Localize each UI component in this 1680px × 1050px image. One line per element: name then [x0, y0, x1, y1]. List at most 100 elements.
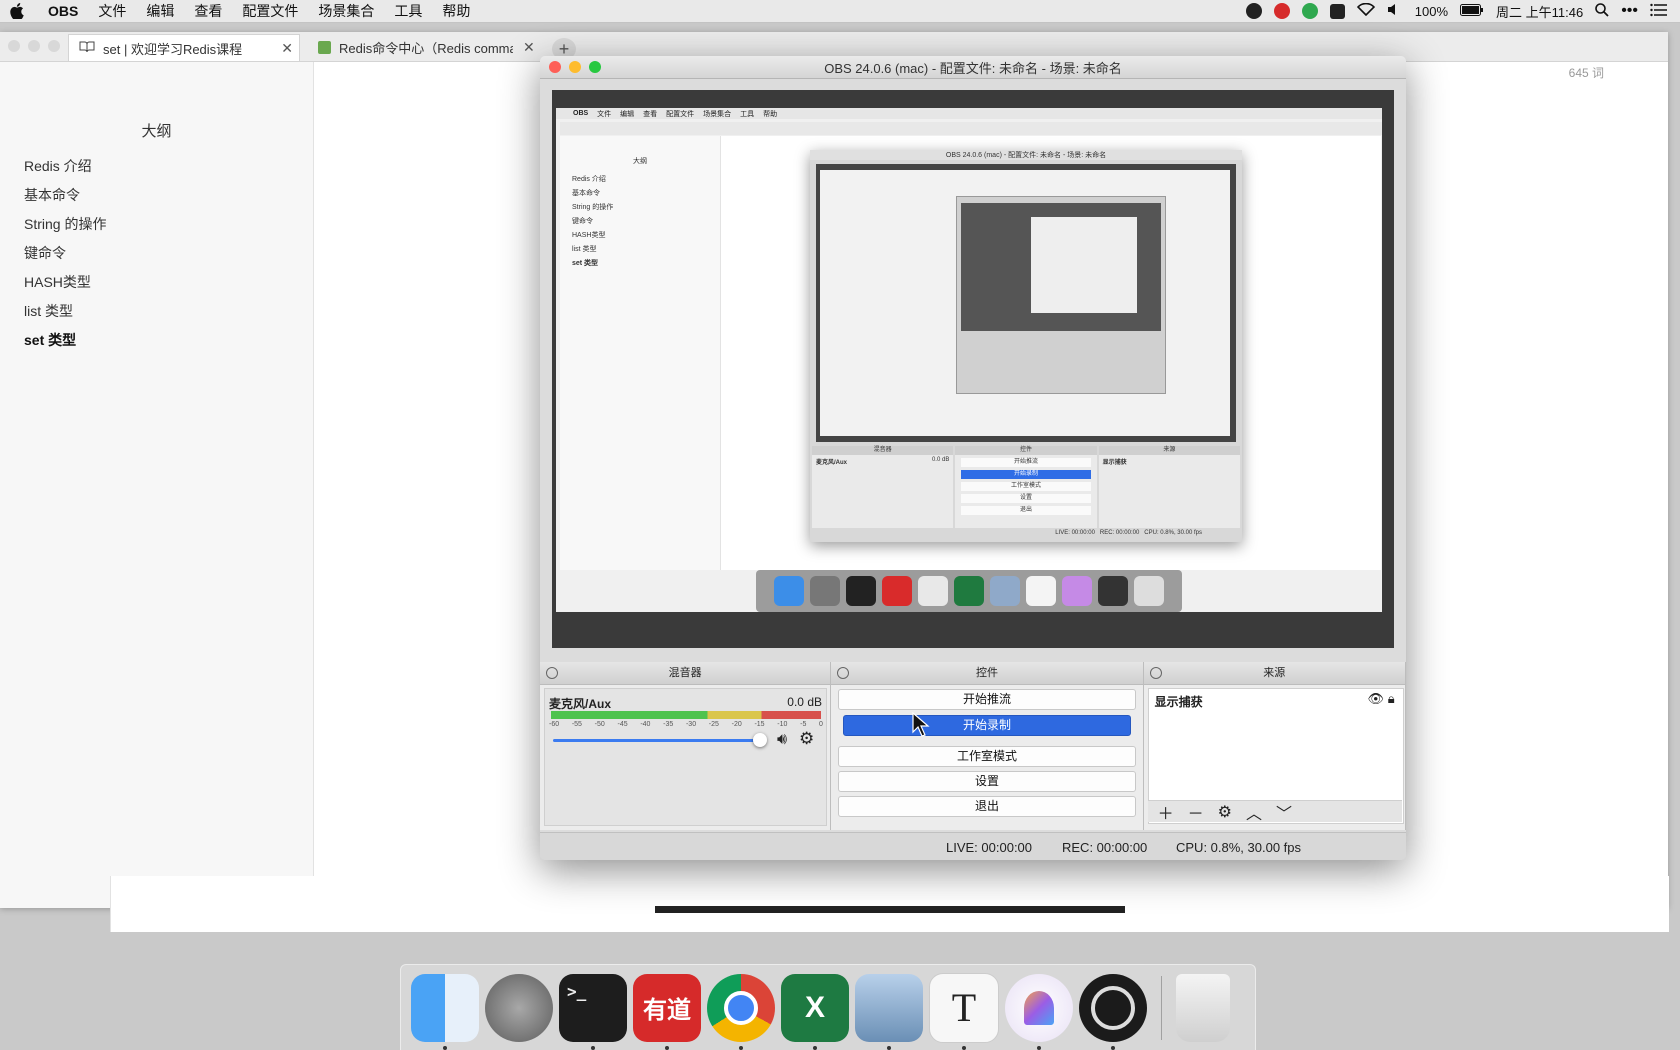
- volume-slider[interactable]: [553, 739, 763, 742]
- outline-sidebar: 大纲 Redis 介绍 基本命令 String 的操作 键命令 HASH类型 l…: [0, 62, 314, 908]
- move-up-icon[interactable]: ︿: [1246, 800, 1262, 824]
- tab-label: set | 欢迎学习Redis课程: [103, 41, 243, 57]
- tab-redis-command-center[interactable]: Redis命令中心（Redis comman ✕: [318, 34, 540, 61]
- typora-icon[interactable]: T: [929, 972, 999, 1050]
- preview-menubar: OBS 文件 编辑 查看 配置文件 场景集合 工具 帮助: [556, 108, 1382, 119]
- clock[interactable]: 周二 上午11:46: [1496, 2, 1583, 21]
- lock-icon[interactable]: 🔒︎: [1388, 691, 1395, 706]
- preview-desktop-bar: [556, 612, 1382, 642]
- menu-edit[interactable]: 编辑: [136, 0, 184, 22]
- excel-icon[interactable]: X: [781, 973, 849, 1050]
- start-recording-button[interactable]: 开始录制: [842, 715, 1131, 736]
- move-down-icon[interactable]: ﹀: [1276, 800, 1292, 824]
- notification-center-icon[interactable]: [1650, 3, 1668, 20]
- outline-item[interactable]: list 类型: [24, 297, 106, 326]
- dock: >_ 有道 X T: [400, 964, 1256, 1050]
- redis-favicon-icon: [318, 41, 331, 54]
- preview-icon[interactable]: [855, 973, 923, 1050]
- mixer-header[interactable]: 混音器: [540, 662, 831, 685]
- elephant-icon[interactable]: [1005, 973, 1073, 1050]
- volume-slider-handle[interactable]: [753, 733, 767, 747]
- zoom-window-button[interactable]: [48, 40, 60, 52]
- add-source-icon[interactable]: ＋: [1158, 800, 1174, 824]
- controls-title: 控件: [975, 667, 998, 679]
- start-streaming-button[interactable]: 开始推流: [837, 689, 1136, 710]
- controls-header[interactable]: 控件: [831, 662, 1143, 685]
- wifi-icon[interactable]: [1356, 2, 1375, 19]
- outline-item[interactable]: String 的操作: [24, 210, 106, 239]
- menu-profile[interactable]: 配置文件: [232, 0, 308, 22]
- book-icon: [79, 41, 95, 56]
- gear-icon[interactable]: ⚙︎: [799, 729, 814, 749]
- outline-item[interactable]: 键命令: [24, 239, 106, 268]
- tab-label: Redis命令中心（Redis comman: [339, 41, 513, 56]
- panel-float-icon[interactable]: [1149, 667, 1162, 679]
- studio-mode-button[interactable]: 工作室模式: [837, 746, 1136, 767]
- word-count[interactable]: 645 词: [1569, 64, 1604, 81]
- outline-title: 大纲: [141, 123, 172, 140]
- exit-button[interactable]: 退出: [837, 796, 1136, 817]
- menu-view[interactable]: 查看: [184, 0, 232, 22]
- source-properties-gear-icon[interactable]: ⚙︎: [1218, 802, 1232, 822]
- zoom-window-button[interactable]: [589, 61, 601, 73]
- mixer-level: 0.0 dB: [787, 695, 822, 709]
- volume-icon[interactable]: [1387, 3, 1403, 19]
- outline-item[interactable]: 基本命令: [24, 181, 106, 210]
- menu-help[interactable]: 帮助: [432, 0, 480, 22]
- cpu-fps: CPU: 0.8%, 30.00 fps: [1176, 840, 1302, 855]
- terminal-icon[interactable]: >_: [559, 973, 627, 1050]
- sources-panel: 来源 显示捕获 👁︎ 🔒︎ ＋ － ⚙︎ ︿ ﹀: [1143, 662, 1406, 830]
- obs-icon[interactable]: [1079, 973, 1147, 1050]
- obs-tray-icon[interactable]: [1245, 3, 1262, 19]
- close-window-button[interactable]: [549, 61, 561, 73]
- record-tray-icon[interactable]: [1273, 3, 1290, 19]
- outline-item[interactable]: HASH类型: [24, 268, 106, 297]
- tab-set-redis-course[interactable]: set | 欢迎学习Redis课程 ✕: [68, 34, 300, 61]
- preview-captured-screen: OBS 文件 编辑 查看 配置文件 场景集合 工具 帮助 大纲 Redis 介绍 基本命令 Str…: [556, 108, 1382, 642]
- close-window-button[interactable]: [8, 40, 20, 52]
- close-tab-icon[interactable]: ✕: [523, 39, 535, 56]
- source-item-display-capture[interactable]: 显示捕获: [1155, 693, 1203, 710]
- outline-item-active[interactable]: set 类型: [24, 326, 106, 355]
- preview-tabbar: [560, 122, 1382, 135]
- menu-file[interactable]: 文件: [88, 0, 136, 22]
- battery-icon[interactable]: [1460, 3, 1484, 19]
- speaker-icon[interactable]: 🔊︎: [777, 731, 787, 749]
- youdao-icon[interactable]: 有道: [633, 973, 701, 1050]
- minimize-window-button[interactable]: [28, 40, 40, 52]
- obs-window-title: OBS 24.0.6 (mac) - 配置文件: 未命名 - 场景: 未命名: [824, 60, 1122, 76]
- minimize-window-button[interactable]: [569, 61, 581, 73]
- preview-obs-window: OBS 24.0.6 (mac) - 配置文件: 未命名 - 场景: 未命名 混…: [810, 150, 1242, 542]
- search-icon[interactable]: [1595, 2, 1609, 20]
- more-icon[interactable]: •••: [1621, 2, 1638, 20]
- obs-titlebar[interactable]: OBS 24.0.6 (mac) - 配置文件: 未命名 - 场景: 未命名: [540, 56, 1406, 79]
- sources-toolbar: ＋ － ⚙︎ ︿ ﹀: [1147, 800, 1402, 824]
- sync-tray-icon[interactable]: [1301, 3, 1318, 19]
- menu-bar: OBS 文件 编辑 查看 配置文件 场景集合 工具 帮助 100% 周二 上午1…: [0, 0, 1680, 23]
- settings-button[interactable]: 设置: [837, 771, 1136, 792]
- sources-title: 来源: [1263, 667, 1286, 679]
- menu-tools[interactable]: 工具: [384, 0, 432, 22]
- outline-item[interactable]: Redis 介绍: [24, 152, 106, 181]
- obs-dock-panels: 混音器 麦克风/Aux 0.0 dB -60 -55 -50 -45 -40 -35 -30…: [540, 662, 1406, 830]
- launchpad-icon[interactable]: [485, 973, 553, 1042]
- outline-list: Redis 介绍 基本命令 String 的操作 键命令 HASH类型 list…: [24, 152, 106, 355]
- trash-icon[interactable]: [1176, 973, 1230, 1042]
- panel-float-icon[interactable]: [837, 667, 850, 679]
- input-method-icon[interactable]: [1329, 3, 1345, 19]
- sources-header[interactable]: 来源: [1143, 662, 1405, 685]
- close-tab-icon[interactable]: ✕: [281, 40, 293, 57]
- menu-app-name[interactable]: OBS: [38, 0, 88, 22]
- visibility-eye-icon[interactable]: 👁︎: [1368, 691, 1385, 706]
- obs-window-controls: [549, 61, 601, 73]
- obs-preview[interactable]: OBS 文件 编辑 查看 配置文件 场景集合 工具 帮助 大纲 Redis 介绍 基本命令 Str…: [552, 90, 1394, 648]
- doc-window-controls: [8, 40, 60, 52]
- finder-icon[interactable]: [411, 973, 479, 1050]
- menu-scene-collection[interactable]: 场景集合: [308, 0, 384, 22]
- audio-mixer-panel: 混音器 麦克风/Aux 0.0 dB -60 -55 -50 -45 -40 -35 -30…: [540, 662, 832, 830]
- remove-source-icon[interactable]: －: [1188, 800, 1204, 824]
- mixer-source-name: 麦克风/Aux: [549, 697, 612, 711]
- apple-icon[interactable]: [10, 3, 26, 19]
- chrome-icon[interactable]: [707, 973, 775, 1050]
- panel-float-icon[interactable]: [546, 667, 558, 679]
